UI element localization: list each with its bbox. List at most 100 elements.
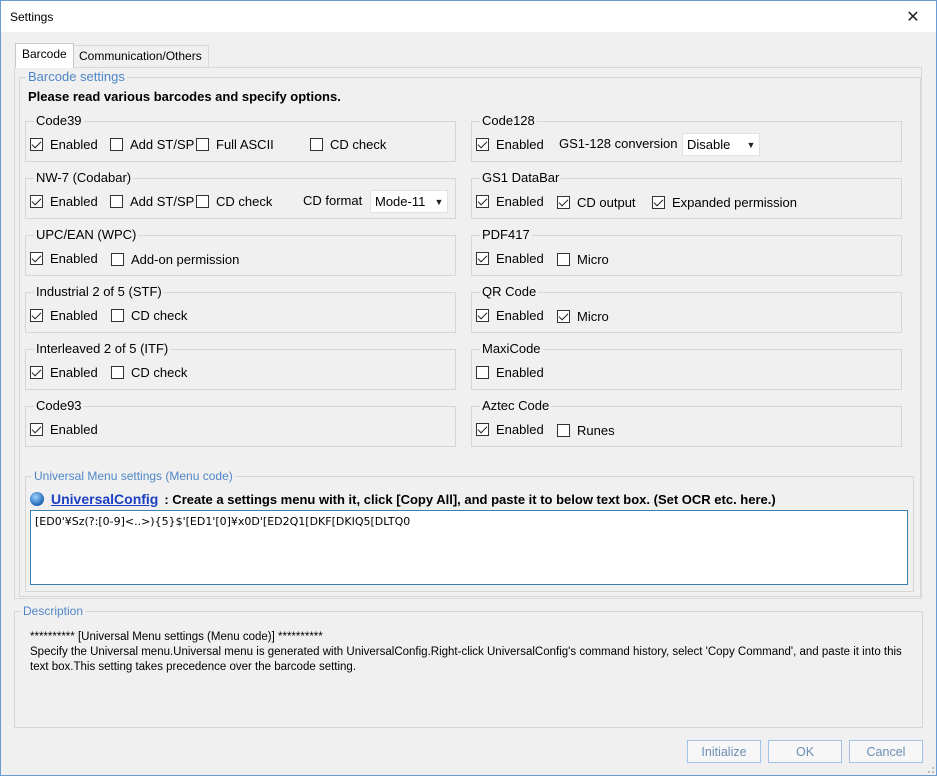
checkbox-box (110, 194, 123, 208)
tab-barcode[interactable]: Barcode (15, 43, 74, 68)
industrial25-title: Industrial 2 of 5 (STF) (34, 284, 164, 300)
universal-menu-textbox[interactable]: [ED0'¥Sz(?:[0-9]<..>){5}$'[ED1'[0]¥x0D'[… (30, 510, 908, 585)
code128-enabled-checkbox[interactable]: Enabled (476, 136, 544, 152)
check-icon (30, 137, 43, 151)
tab-communication-others[interactable]: Communication/Others (72, 45, 209, 67)
gs1databar-expanded-checkbox[interactable]: Expanded permission (652, 194, 797, 210)
checkbox-label: Enabled (496, 136, 544, 152)
industrial25-cd-check-checkbox[interactable]: CD check (111, 307, 187, 323)
description-line-2: Specify the Universal menu.Universal men… (30, 646, 902, 673)
description-title: Description (21, 603, 86, 619)
gs1databar-title: GS1 DataBar (480, 170, 562, 186)
code39-add-st-sp-checkbox[interactable]: Add ST/SP (110, 136, 194, 152)
industrial25-enabled-checkbox[interactable]: Enabled (30, 307, 98, 323)
checkbox-box (476, 365, 489, 379)
code39-cd-check-checkbox[interactable]: CD check (310, 136, 386, 152)
description-text: ********** [Universal Menu settings (Men… (30, 630, 910, 675)
checkbox-label: Enabled (50, 364, 98, 380)
code39-enabled-checkbox[interactable]: Enabled (30, 136, 98, 152)
interleaved25-title: Interleaved 2 of 5 (ITF) (34, 341, 171, 357)
description-line-1: ********** [Universal Menu settings (Men… (30, 631, 323, 643)
check-icon (30, 308, 43, 322)
gs1databar-enabled-checkbox[interactable]: Enabled (476, 193, 544, 209)
qrcode-micro-checkbox[interactable]: Micro (557, 308, 609, 324)
check-icon (30, 251, 43, 265)
check-icon (476, 422, 489, 436)
gs1-128-conversion-dropdown[interactable]: Disable ▼ (682, 133, 760, 156)
checkbox-label: CD check (131, 307, 188, 323)
nw7-add-st-sp-checkbox[interactable]: Add ST/SP (110, 193, 194, 209)
initialize-button[interactable]: Initialize (687, 740, 761, 763)
upcean-title: UPC/EAN (WPC) (34, 227, 139, 243)
ok-button[interactable]: OK (768, 740, 842, 763)
checkbox-box (196, 137, 209, 151)
code93-enabled-checkbox[interactable]: Enabled (30, 421, 98, 437)
upcean-enabled-checkbox[interactable]: Enabled (30, 250, 98, 266)
globe-icon (30, 492, 44, 506)
universal-config-link[interactable]: UniversalConfig (51, 491, 158, 507)
checkbox-label: Micro (577, 308, 609, 324)
gs1-128-conversion-label: GS1-128 conversion (559, 136, 678, 151)
check-icon (476, 251, 489, 265)
checkbox-label: Enabled (496, 193, 544, 209)
checkbox-label: Runes (577, 422, 615, 438)
checkbox-label: Enabled (496, 250, 544, 266)
checkbox-label: CD output (577, 194, 636, 210)
aztec-runes-checkbox[interactable]: Runes (557, 422, 615, 438)
window-title: Settings (10, 10, 54, 24)
check-icon (30, 422, 43, 436)
code39-title: Code39 (34, 113, 84, 129)
checkbox-label: Enabled (50, 136, 98, 152)
check-icon (476, 137, 489, 151)
check-icon (476, 308, 489, 322)
checkbox-box (310, 137, 323, 151)
checkbox-label: Full ASCII (216, 136, 274, 152)
checkbox-box (111, 365, 124, 379)
checkbox-box (111, 308, 124, 322)
check-icon (652, 195, 665, 209)
intro-text: Please read various barcodes and specify… (28, 89, 341, 104)
checkbox-label: Enabled (50, 250, 98, 266)
close-icon[interactable]: ✕ (890, 1, 936, 32)
resize-grip-icon[interactable] (925, 764, 935, 774)
upcean-addon-checkbox[interactable]: Add-on permission (111, 251, 239, 267)
dropdown-arrow-icon: ▼ (746, 139, 756, 150)
interleaved25-cd-check-checkbox[interactable]: CD check (111, 364, 187, 380)
pdf417-micro-checkbox[interactable]: Micro (557, 251, 609, 267)
barcode-settings-title: Barcode settings (26, 69, 127, 85)
checkbox-label: CD check (330, 136, 387, 152)
checkbox-label: Add-on permission (131, 251, 240, 267)
cd-format-value: Mode-11 (375, 194, 426, 209)
qrcode-enabled-checkbox[interactable]: Enabled (476, 307, 544, 323)
maxicode-title: MaxiCode (480, 341, 543, 357)
gs1databar-cd-output-checkbox[interactable]: CD output (557, 194, 636, 210)
interleaved25-enabled-checkbox[interactable]: Enabled (30, 364, 98, 380)
checkbox-label: Expanded permission (672, 194, 798, 210)
checkbox-box (110, 137, 123, 151)
code39-full-ascii-checkbox[interactable]: Full ASCII (196, 136, 274, 152)
cd-format-dropdown[interactable]: Mode-11 ▼ (370, 190, 448, 213)
checkbox-label: Enabled (50, 193, 98, 209)
checkbox-label: Enabled (496, 364, 544, 380)
pdf417-enabled-checkbox[interactable]: Enabled (476, 250, 544, 266)
checkbox-label: Add ST/SP (130, 193, 195, 209)
gs1-128-conversion-value: Disable (687, 137, 731, 152)
universal-menu-instruction: UniversalConfig : Create a settings menu… (30, 491, 776, 507)
maxicode-enabled-checkbox[interactable]: Enabled (476, 364, 544, 380)
checkbox-label: Enabled (50, 421, 98, 437)
aztec-title: Aztec Code (480, 398, 552, 414)
pdf417-title: PDF417 (480, 227, 532, 243)
universal-menu-instruction-text: : Create a settings menu with it, click … (164, 491, 776, 507)
nw7-enabled-checkbox[interactable]: Enabled (30, 193, 98, 209)
checkbox-label: Enabled (50, 307, 98, 323)
checkbox-box (557, 252, 570, 266)
aztec-enabled-checkbox[interactable]: Enabled (476, 421, 544, 437)
qrcode-title: QR Code (480, 284, 539, 300)
checkbox-box (196, 194, 209, 208)
nw7-cd-check-checkbox[interactable]: CD check (196, 193, 272, 209)
checkbox-label: Add ST/SP (130, 136, 195, 152)
universal-menu-title: Universal Menu settings (Menu code) (32, 468, 235, 484)
check-icon (476, 194, 489, 208)
checkbox-label: CD check (216, 193, 273, 209)
cancel-button[interactable]: Cancel (849, 740, 923, 763)
